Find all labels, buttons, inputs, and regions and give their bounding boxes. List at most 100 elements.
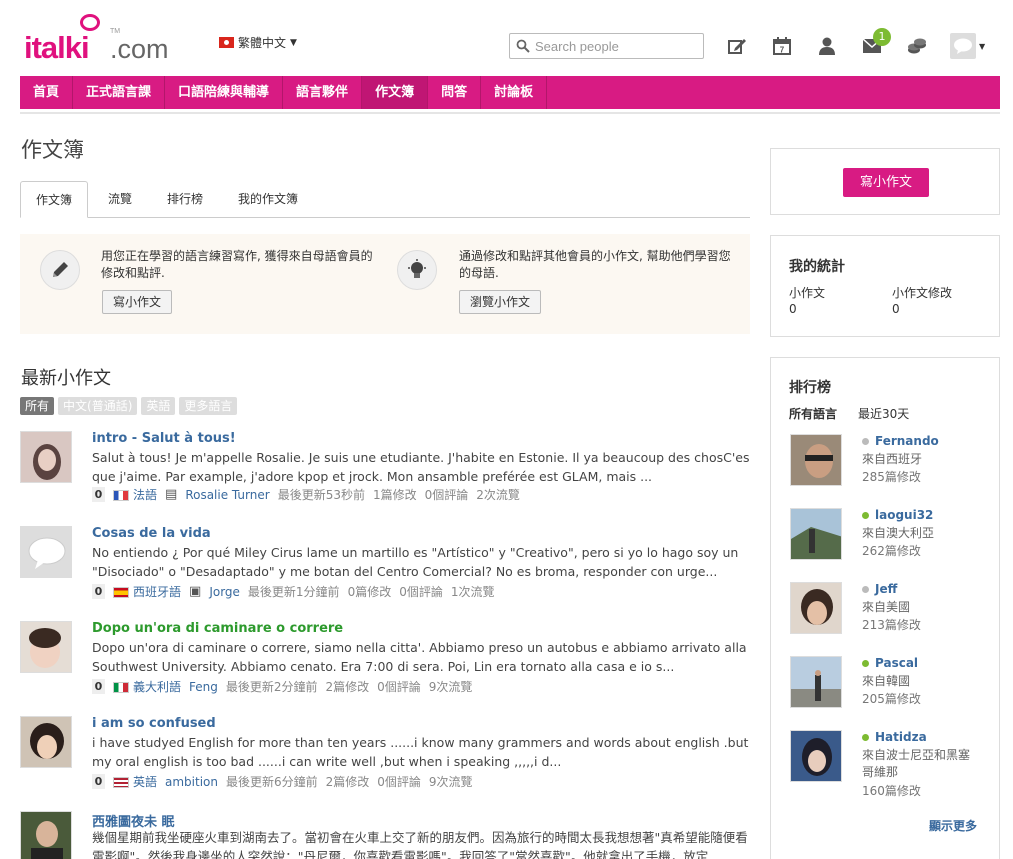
correction-count: 0	[92, 487, 105, 502]
write-essay-button[interactable]: 寫小作文	[102, 290, 173, 314]
stats-box: 我的統計 小作文 0 小作文修改 0	[770, 235, 1000, 337]
ranking-item[interactable]: Hatidza 來自波士尼亞和黑塞哥維那 160篇修改	[790, 730, 990, 798]
essay-language[interactable]: 義大利語	[113, 678, 181, 695]
tab-my-notebook[interactable]: 我的作文簿	[223, 181, 313, 218]
essay-language[interactable]: 西班牙語	[113, 583, 181, 600]
essay-language[interactable]: 英語	[113, 773, 157, 790]
essay-item: intro - Salut à tous! Salut à tous! Je m…	[20, 431, 750, 526]
ranker-name: laogui32	[875, 508, 934, 522]
corrections-count: 2篇修改	[325, 680, 370, 694]
show-more-link[interactable]: 顯示更多	[929, 817, 977, 834]
coins-icon[interactable]	[905, 34, 929, 58]
essay-meta: 0 義大利語 Feng 最後更新2分鐘前 2篇修改 0個評論 9次流覽	[92, 678, 472, 695]
write-essay-button[interactable]: 寫小作文	[843, 168, 929, 197]
write-box: 寫小作文	[770, 148, 1000, 215]
avatar	[790, 656, 842, 708]
essay-title[interactable]: intro - Salut à tous!	[92, 431, 236, 446]
avatar	[950, 33, 976, 59]
essay-meta: 0 法語 ▤ Rosalie Turner 最後更新53秒前 1篇修改 0個評論…	[92, 486, 520, 503]
nav-notebook[interactable]: 作文簿	[362, 76, 429, 109]
ranker-country: 來自西班牙	[862, 452, 923, 466]
notification-badge: 1	[873, 28, 891, 46]
language-label: 法語	[133, 488, 158, 502]
essay-excerpt: i have studyed English for more than ten…	[92, 735, 749, 769]
comments-count: 0個評論	[424, 488, 469, 502]
essay-title[interactable]: Dopo un'ora di caminare o correre	[92, 621, 343, 636]
ranker-count: 262篇修改	[862, 544, 921, 558]
nav-discussions[interactable]: 討論板	[481, 76, 548, 109]
updated-time: 最後更新1分鐘前	[247, 585, 340, 599]
filter-more[interactable]: 更多語言	[179, 397, 238, 415]
calendar-icon[interactable]: 7	[770, 34, 794, 58]
page-title: 作文簿	[21, 138, 84, 162]
avatar	[790, 582, 842, 634]
latest-heading: 最新小作文	[21, 368, 111, 389]
nav-partners[interactable]: 語言夥伴	[283, 76, 363, 109]
essay-meta: 0 西班牙語 ▣ Jorge 最後更新1分鐘前 0篇修改 0個評論 1次流覽	[92, 583, 494, 600]
mobile-icon: ▤	[165, 487, 178, 502]
language-label: 西班牙語	[133, 585, 182, 599]
author-link[interactable]: Jorge	[209, 585, 240, 599]
essay-excerpt: Dopo un'ora di caminare o correre, siamo…	[92, 640, 747, 674]
language-label: 義大利語	[133, 680, 182, 694]
nav-home[interactable]: 首頁	[20, 76, 74, 109]
ranking-filter-time[interactable]: 最近30天	[858, 405, 909, 422]
avatar[interactable]	[20, 716, 72, 768]
filter-all[interactable]: 所有	[20, 397, 55, 415]
avatar[interactable]	[20, 526, 72, 578]
essay-language[interactable]: 法語	[113, 486, 157, 503]
author-link[interactable]: ambition	[165, 775, 218, 789]
nav-tutoring[interactable]: 口語陪練與輔導	[165, 76, 284, 109]
ranking-item[interactable]: Pascal 來自韓國 205篇修改	[790, 656, 990, 724]
corrections-count: 2篇修改	[325, 775, 370, 789]
updated-time: 最後更新2分鐘前	[225, 680, 318, 694]
nav-divider	[20, 112, 1000, 114]
essay-excerpt: Salut à tous! Je m'appelle Rosalie. Je s…	[92, 450, 750, 484]
search-input[interactable]	[535, 38, 695, 54]
avatar	[790, 730, 842, 782]
essay-title[interactable]: i am so confused	[92, 716, 216, 731]
language-selector[interactable]: 繁體中文 ▼	[219, 34, 297, 51]
ranking-item[interactable]: Fernando 來自西班牙 285篇修改	[790, 434, 990, 502]
user-menu[interactable]: ▼	[950, 33, 988, 59]
write-icon[interactable]	[725, 34, 749, 58]
author-link[interactable]: Rosalie Turner	[185, 488, 269, 502]
ranking-item[interactable]: laogui32 來自澳大利亞 262篇修改	[790, 508, 990, 576]
comments-count: 0個評論	[399, 585, 443, 599]
nav-lessons[interactable]: 正式語言課	[73, 76, 166, 109]
ranking-heading: 排行榜	[789, 380, 831, 396]
avatar	[790, 508, 842, 560]
tab-ranking[interactable]: 排行榜	[152, 181, 218, 218]
search-box[interactable]	[509, 33, 704, 59]
avatar[interactable]	[20, 811, 72, 859]
calendar-day: 7	[780, 46, 785, 55]
italy-flag-icon	[113, 682, 129, 693]
tab-browse[interactable]: 流覽	[93, 181, 147, 218]
profile-icon[interactable]	[815, 34, 839, 58]
filter-chinese[interactable]: 中文(普通話)	[58, 397, 138, 415]
correction-count: 0	[92, 584, 105, 599]
views-count: 9次流覽	[428, 680, 473, 694]
browse-essays-button[interactable]: 瀏覽小作文	[459, 290, 542, 314]
ranking-box: 排行榜 所有語言 最近30天 Fernando 來自西班牙 285篇修改 lao…	[770, 357, 1000, 859]
essay-title[interactable]: Cosas de la vida	[92, 526, 211, 541]
ranker-count: 285篇修改	[862, 470, 921, 484]
nav-answers[interactable]: 問答	[428, 76, 482, 109]
italki-logo[interactable]: italki TM .com	[24, 14, 174, 65]
correction-count: 0	[92, 774, 105, 789]
ranking-item[interactable]: Jeff 來自美國 213篇修改	[790, 582, 990, 650]
avatar[interactable]	[20, 431, 72, 483]
hong-kong-flag-icon	[219, 37, 234, 48]
author-link[interactable]: Feng	[189, 680, 218, 694]
filter-english[interactable]: 英語	[141, 397, 176, 415]
logo-wordmark: italki	[24, 30, 90, 65]
comments-count: 0個評論	[377, 680, 421, 694]
avatar[interactable]	[20, 621, 72, 673]
search-icon	[516, 39, 530, 53]
tab-notebook[interactable]: 作文簿	[20, 181, 89, 218]
stats-heading: 我的統計	[789, 259, 845, 275]
chevron-down-icon: ▼	[979, 41, 986, 51]
language-filters: 所有 中文(普通話) 英語 更多語言	[20, 397, 238, 415]
ranker-name: Jeff	[875, 582, 898, 596]
ranking-filter-language[interactable]: 所有語言	[789, 405, 837, 422]
